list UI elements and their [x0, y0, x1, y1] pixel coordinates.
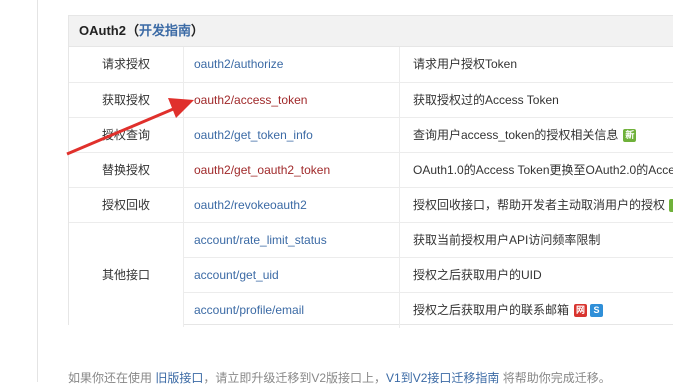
description-cell: 获取当前授权用户API访问频率限制 — [413, 233, 601, 247]
dev-guide-link[interactable]: 开发指南 — [139, 23, 191, 38]
category-cell: 请求授权 — [69, 47, 184, 82]
api-link[interactable]: oauth2/access_token — [194, 93, 307, 107]
panel-title: OAuth2（ — [79, 23, 139, 38]
api-link[interactable]: account/rate_limit_status — [194, 233, 327, 247]
api-cell: account/rate_limit_status — [184, 223, 400, 258]
description-cell: 查询用户access_token的授权相关信息新 — [401, 118, 673, 153]
table-row: 请求授权 oauth2/authorize 请求用户授权Token — [69, 47, 673, 82]
api-cell: oauth2/revokeoauth2 — [184, 188, 400, 223]
notice-text: 如果你还在使用 — [68, 371, 156, 385]
description-cell: OAuth1.0的Access Token更换至OAuth2.0的Access — [413, 163, 673, 177]
api-cell: oauth2/authorize — [184, 47, 400, 82]
table-row: 授权查询 oauth2/get_token_info 查询用户access_to… — [69, 117, 673, 153]
netease-mail-icon: 网 — [574, 304, 588, 318]
migration-guide-link[interactable]: V1到V2接口迁移指南 — [386, 371, 499, 385]
panel-header: OAuth2（开发指南） — [69, 16, 673, 47]
category-cell: 替换授权 — [69, 153, 184, 188]
page-left-divider — [37, 0, 38, 382]
sohu-mail-icon: S — [590, 304, 604, 318]
table-row: 获取授权 oauth2/access_token 获取授权过的Access To… — [69, 82, 673, 118]
description-cell: 获取授权过的Access Token — [413, 93, 559, 107]
description-cell: 授权之后获取用户的UID — [413, 268, 542, 282]
legacy-api-link[interactable]: 旧版接口 — [155, 371, 203, 385]
description-text: 查询用户access_token的授权相关信息 — [413, 128, 619, 142]
description-cell: 授权之后获取用户的联系邮箱网 S — [401, 293, 673, 328]
api-cell: account/get_uid — [184, 258, 400, 293]
category-cell-other: 其他接口 — [69, 223, 184, 327]
api-link[interactable]: oauth2/authorize — [194, 57, 283, 71]
api-link[interactable]: oauth2/get_oauth2_token — [194, 163, 330, 177]
api-link[interactable]: oauth2/get_token_info — [194, 128, 313, 142]
api-cell: account/profile/email — [184, 293, 400, 328]
notice-text: ，请立即升级迁移到V2版接口上， — [203, 371, 387, 385]
table-row: 授权回收 oauth2/revokeoauth2 授权回收接口，帮助开发者主动取… — [69, 187, 673, 223]
table-row: 替换授权 oauth2/get_oauth2_token OAuth1.0的Ac… — [69, 152, 673, 188]
api-cell: oauth2/get_token_info — [184, 118, 400, 153]
category-cell: 获取授权 — [69, 83, 184, 118]
description-text: 授权回收接口，帮助开发者主动取消用户的授权 — [413, 198, 666, 212]
migration-notice: 如果你还在使用 旧版接口，请立即升级迁移到V2版接口上，V1到V2接口迁移指南 … — [68, 369, 611, 386]
category-cell: 授权回收 — [69, 188, 184, 223]
new-badge-icon — [669, 199, 673, 213]
api-link[interactable]: oauth2/revokeoauth2 — [194, 198, 307, 212]
api-link[interactable]: account/profile/email — [194, 303, 304, 317]
new-badge-icon: 新 — [623, 129, 637, 143]
api-cell: oauth2/access_token — [184, 83, 400, 118]
api-cell: oauth2/get_oauth2_token — [184, 153, 400, 188]
panel-title-close: ） — [190, 23, 204, 38]
oauth2-api-panel: OAuth2（开发指南） 请求授权 oauth2/authorize 请求用户授… — [68, 15, 673, 328]
description-text: 授权之后获取用户的联系邮箱 — [413, 303, 570, 317]
description-cell: 请求用户授权Token — [413, 57, 518, 71]
notice-text: 将帮助你完成迁移。 — [499, 371, 611, 385]
description-cell: 授权回收接口，帮助开发者主动取消用户的授权 — [401, 188, 673, 223]
category-cell: 授权查询 — [69, 118, 184, 153]
api-link[interactable]: account/get_uid — [194, 268, 279, 282]
